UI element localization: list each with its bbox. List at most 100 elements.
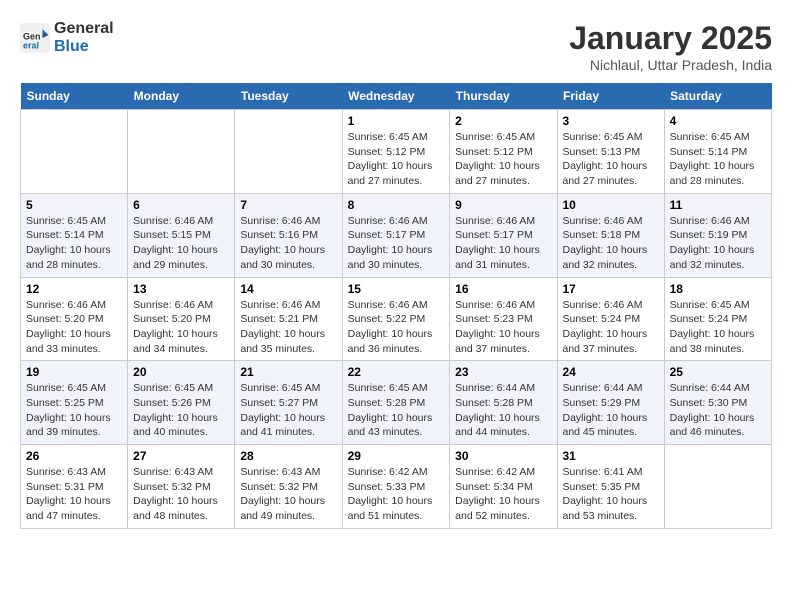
day-info: Sunrise: 6:41 AM Sunset: 5:35 PM Dayligh… bbox=[563, 465, 659, 524]
calendar-cell: 15 Sunrise: 6:46 AM Sunset: 5:22 PM Dayli… bbox=[342, 277, 450, 361]
calendar-cell: 29 Sunrise: 6:42 AM Sunset: 5:33 PM Dayli… bbox=[342, 445, 450, 529]
calendar-cell: 25 Sunrise: 6:44 AM Sunset: 5:30 PM Dayli… bbox=[664, 361, 771, 445]
logo: Gen eral General Blue bbox=[20, 20, 114, 56]
day-info: Sunrise: 6:45 AM Sunset: 5:25 PM Dayligh… bbox=[26, 381, 122, 440]
calendar-cell: 10Sunrise: 6:46 AM Sunset: 5:18 PM Dayli… bbox=[557, 193, 664, 277]
day-number: 31 bbox=[563, 449, 659, 463]
calendar-cell: 24 Sunrise: 6:44 AM Sunset: 5:29 PM Dayli… bbox=[557, 361, 664, 445]
day-number: 17 bbox=[563, 282, 659, 296]
calendar-cell bbox=[21, 110, 128, 194]
day-number: 4 bbox=[670, 114, 766, 128]
calendar-cell: 5 Sunrise: 6:45 AM Sunset: 5:14 PM Daylig… bbox=[21, 193, 128, 277]
calendar-week-row: 12 Sunrise: 6:46 AM Sunset: 5:20 PM Dayli… bbox=[21, 277, 772, 361]
calendar-cell: 30 Sunrise: 6:42 AM Sunset: 5:34 PM Dayli… bbox=[450, 445, 557, 529]
calendar-cell: 4 Sunrise: 6:45 AM Sunset: 5:14 PM Daylig… bbox=[664, 110, 771, 194]
calendar-cell: 1Sunrise: 6:45 AM Sunset: 5:12 PM Daylig… bbox=[342, 110, 450, 194]
calendar-cell: 27 Sunrise: 6:43 AM Sunset: 5:32 PM Dayli… bbox=[128, 445, 235, 529]
calendar-cell: 16 Sunrise: 6:46 AM Sunset: 5:23 PM Dayli… bbox=[450, 277, 557, 361]
day-info: Sunrise: 6:45 AM Sunset: 5:27 PM Dayligh… bbox=[240, 381, 336, 440]
calendar-cell: 20 Sunrise: 6:45 AM Sunset: 5:26 PM Dayli… bbox=[128, 361, 235, 445]
day-info: Sunrise: 6:45 AM Sunset: 5:13 PM Dayligh… bbox=[563, 130, 659, 189]
day-info: Sunrise: 6:43 AM Sunset: 5:31 PM Dayligh… bbox=[26, 465, 122, 524]
day-info: Sunrise: 6:46 AM Sunset: 5:24 PM Dayligh… bbox=[563, 298, 659, 357]
calendar-cell: 2Sunrise: 6:45 AM Sunset: 5:12 PM Daylig… bbox=[450, 110, 557, 194]
day-info: Sunrise: 6:46 AM Sunset: 5:22 PM Dayligh… bbox=[348, 298, 445, 357]
calendar-cell: 31 Sunrise: 6:41 AM Sunset: 5:35 PM Dayli… bbox=[557, 445, 664, 529]
day-of-week-header: Friday bbox=[557, 83, 664, 110]
calendar-cell: 28 Sunrise: 6:43 AM Sunset: 5:32 PM Dayli… bbox=[235, 445, 342, 529]
calendar-cell: 13 Sunrise: 6:46 AM Sunset: 5:20 PM Dayli… bbox=[128, 277, 235, 361]
calendar-cell: 7Sunrise: 6:46 AM Sunset: 5:16 PM Daylig… bbox=[235, 193, 342, 277]
day-of-week-header: Saturday bbox=[664, 83, 771, 110]
day-info: Sunrise: 6:46 AM Sunset: 5:17 PM Dayligh… bbox=[455, 214, 551, 273]
svg-text:eral: eral bbox=[23, 41, 39, 51]
day-number: 6 bbox=[133, 198, 229, 212]
day-info: Sunrise: 6:46 AM Sunset: 5:19 PM Dayligh… bbox=[670, 214, 766, 273]
calendar-cell: 21 Sunrise: 6:45 AM Sunset: 5:27 PM Dayli… bbox=[235, 361, 342, 445]
calendar-cell: 26Sunrise: 6:43 AM Sunset: 5:31 PM Dayli… bbox=[21, 445, 128, 529]
day-number: 5 bbox=[26, 198, 122, 212]
day-number: 16 bbox=[455, 282, 551, 296]
day-info: Sunrise: 6:46 AM Sunset: 5:20 PM Dayligh… bbox=[26, 298, 122, 357]
day-number: 27 bbox=[133, 449, 229, 463]
day-number: 30 bbox=[455, 449, 551, 463]
day-info: Sunrise: 6:44 AM Sunset: 5:29 PM Dayligh… bbox=[563, 381, 659, 440]
day-info: Sunrise: 6:45 AM Sunset: 5:14 PM Dayligh… bbox=[670, 130, 766, 189]
day-number: 15 bbox=[348, 282, 445, 296]
day-info: Sunrise: 6:43 AM Sunset: 5:32 PM Dayligh… bbox=[240, 465, 336, 524]
day-number: 22 bbox=[348, 365, 445, 379]
day-info: Sunrise: 6:45 AM Sunset: 5:14 PM Dayligh… bbox=[26, 214, 122, 273]
calendar-cell bbox=[235, 110, 342, 194]
calendar-cell: 19 Sunrise: 6:45 AM Sunset: 5:25 PM Dayli… bbox=[21, 361, 128, 445]
day-number: 24 bbox=[563, 365, 659, 379]
day-number: 18 bbox=[670, 282, 766, 296]
calendar-cell: 8Sunrise: 6:46 AM Sunset: 5:17 PM Daylig… bbox=[342, 193, 450, 277]
day-info: Sunrise: 6:45 AM Sunset: 5:12 PM Dayligh… bbox=[348, 130, 445, 189]
logo-icon: Gen eral bbox=[20, 23, 50, 53]
calendar-cell: 12 Sunrise: 6:46 AM Sunset: 5:20 PM Dayli… bbox=[21, 277, 128, 361]
calendar-cell: 6Sunrise: 6:46 AM Sunset: 5:15 PM Daylig… bbox=[128, 193, 235, 277]
day-info: Sunrise: 6:44 AM Sunset: 5:28 PM Dayligh… bbox=[455, 381, 551, 440]
day-number: 29 bbox=[348, 449, 445, 463]
day-number: 9 bbox=[455, 198, 551, 212]
day-info: Sunrise: 6:45 AM Sunset: 5:26 PM Dayligh… bbox=[133, 381, 229, 440]
day-number: 25 bbox=[670, 365, 766, 379]
calendar-cell: 11Sunrise: 6:46 AM Sunset: 5:19 PM Dayli… bbox=[664, 193, 771, 277]
day-number: 7 bbox=[240, 198, 336, 212]
day-number: 3 bbox=[563, 114, 659, 128]
day-number: 2 bbox=[455, 114, 551, 128]
day-info: Sunrise: 6:46 AM Sunset: 5:23 PM Dayligh… bbox=[455, 298, 551, 357]
day-of-week-header: Wednesday bbox=[342, 83, 450, 110]
calendar-cell: 14Sunrise: 6:46 AM Sunset: 5:21 PM Dayli… bbox=[235, 277, 342, 361]
day-info: Sunrise: 6:42 AM Sunset: 5:34 PM Dayligh… bbox=[455, 465, 551, 524]
day-info: Sunrise: 6:44 AM Sunset: 5:30 PM Dayligh… bbox=[670, 381, 766, 440]
calendar-week-row: 19 Sunrise: 6:45 AM Sunset: 5:25 PM Dayli… bbox=[21, 361, 772, 445]
day-info: Sunrise: 6:43 AM Sunset: 5:32 PM Dayligh… bbox=[133, 465, 229, 524]
calendar-cell: 22 Sunrise: 6:45 AM Sunset: 5:28 PM Dayli… bbox=[342, 361, 450, 445]
day-number: 23 bbox=[455, 365, 551, 379]
day-info: Sunrise: 6:46 AM Sunset: 5:20 PM Dayligh… bbox=[133, 298, 229, 357]
day-number: 12 bbox=[26, 282, 122, 296]
day-info: Sunrise: 6:42 AM Sunset: 5:33 PM Dayligh… bbox=[348, 465, 445, 524]
calendar-week-row: 1Sunrise: 6:45 AM Sunset: 5:12 PM Daylig… bbox=[21, 110, 772, 194]
day-number: 28 bbox=[240, 449, 336, 463]
calendar-table: SundayMondayTuesdayWednesdayThursdayFrid… bbox=[20, 83, 772, 529]
day-number: 20 bbox=[133, 365, 229, 379]
day-info: Sunrise: 6:45 AM Sunset: 5:24 PM Dayligh… bbox=[670, 298, 766, 357]
day-info: Sunrise: 6:45 AM Sunset: 5:28 PM Dayligh… bbox=[348, 381, 445, 440]
title-block: January 2025 Nichlaul, Uttar Pradesh, In… bbox=[569, 20, 772, 73]
calendar-cell: 9 Sunrise: 6:46 AM Sunset: 5:17 PM Daylig… bbox=[450, 193, 557, 277]
calendar-cell: 18 Sunrise: 6:45 AM Sunset: 5:24 PM Dayli… bbox=[664, 277, 771, 361]
calendar-body: 1Sunrise: 6:45 AM Sunset: 5:12 PM Daylig… bbox=[21, 110, 772, 529]
calendar-title: January 2025 bbox=[569, 20, 772, 57]
calendar-cell: 3 Sunrise: 6:45 AM Sunset: 5:13 PM Daylig… bbox=[557, 110, 664, 194]
day-number: 21 bbox=[240, 365, 336, 379]
day-of-week-header: Sunday bbox=[21, 83, 128, 110]
day-info: Sunrise: 6:46 AM Sunset: 5:21 PM Dayligh… bbox=[240, 298, 336, 357]
calendar-week-row: 5 Sunrise: 6:45 AM Sunset: 5:14 PM Daylig… bbox=[21, 193, 772, 277]
calendar-header-row: SundayMondayTuesdayWednesdayThursdayFrid… bbox=[21, 83, 772, 110]
day-number: 19 bbox=[26, 365, 122, 379]
day-number: 13 bbox=[133, 282, 229, 296]
calendar-cell bbox=[664, 445, 771, 529]
calendar-cell: 17 Sunrise: 6:46 AM Sunset: 5:24 PM Dayli… bbox=[557, 277, 664, 361]
